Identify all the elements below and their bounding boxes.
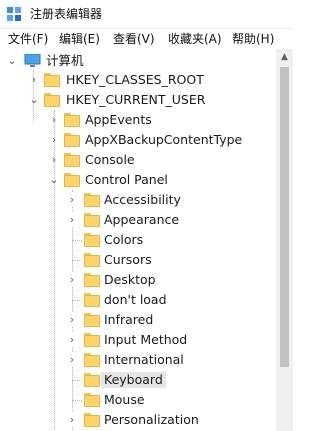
tree-label: Personalization [104, 412, 199, 427]
tree-label: AppEvents [85, 112, 152, 127]
folder-icon [44, 93, 60, 107]
tree-label: Control Panel [85, 172, 168, 187]
tree-label: Cursors [104, 252, 152, 267]
menu-file[interactable]: 文件(F) [8, 31, 48, 47]
tree-node-international[interactable]: › International [0, 350, 276, 370]
menu-view[interactable]: 查看(V) [113, 31, 155, 47]
tree-node-appearance[interactable]: › Appearance [0, 210, 276, 230]
menu-edit[interactable]: 编辑(E) [59, 31, 100, 47]
menu-help[interactable]: 帮助(H) [232, 31, 274, 47]
tree-node-appxbackupcontenttype[interactable]: › AppXBackupContentType [0, 130, 276, 150]
tree-label: 计算机 [46, 53, 84, 68]
chevron-right-icon[interactable]: › [66, 213, 78, 227]
folder-icon [84, 273, 100, 287]
chevron-right-icon[interactable]: › [48, 113, 60, 127]
menu-favorites[interactable]: 收藏夹(A) [168, 31, 222, 47]
folder-icon [84, 293, 100, 307]
tree-label: don't load [104, 292, 167, 307]
tree-label: Console [85, 152, 135, 167]
tree-label: AppXBackupContentType [85, 132, 243, 147]
folder-icon [84, 253, 100, 267]
chevron-right-icon[interactable]: › [66, 333, 78, 347]
chevron-down-icon[interactable]: ⌄ [48, 173, 60, 187]
chevron-down-icon[interactable]: ⌄ [28, 93, 40, 107]
chevron-right-icon[interactable]: › [66, 273, 78, 287]
menu-bar: 文件(F) 编辑(E) 查看(V) 收藏夹(A) 帮助(H) [0, 29, 293, 49]
tree-node-infrared[interactable]: › Infrared [0, 310, 276, 330]
scroll-up-arrow-icon[interactable]: ▲ [276, 49, 293, 66]
folder-icon [84, 313, 100, 327]
folder-icon [84, 193, 100, 207]
tree-node-control-panel[interactable]: ⌄ Control Panel [0, 170, 276, 190]
chevron-right-icon[interactable]: › [48, 153, 60, 167]
tree-label: Colors [104, 232, 144, 247]
computer-icon [24, 53, 41, 68]
tree-node-computer[interactable]: ⌄ 计算机 [0, 51, 276, 71]
tree-node-hkey-current-user[interactable]: ⌄ HKEY_CURRENT_USER [0, 90, 276, 110]
chevron-right-icon[interactable]: › [66, 413, 78, 427]
folder-icon [64, 133, 80, 147]
chevron-right-icon[interactable]: › [66, 353, 78, 367]
tree-node-accessibility[interactable]: › Accessibility [0, 190, 276, 210]
folder-icon [84, 233, 100, 247]
chevron-right-icon[interactable]: › [48, 133, 60, 147]
window-title: 注册表编辑器 [30, 7, 103, 21]
registry-editor-icon [6, 6, 22, 22]
tree-node-personalization[interactable]: › Personalization [0, 410, 276, 430]
tree-node-dont-load[interactable]: don't load [0, 290, 276, 310]
tree-label: International [104, 352, 184, 367]
tree-label: Mouse [104, 392, 145, 407]
tree-label: Desktop [104, 272, 156, 287]
tree-node-console[interactable]: › Console [0, 150, 276, 170]
folder-icon [64, 173, 80, 187]
tree-node-colors[interactable]: Colors [0, 230, 276, 250]
tree-label: Accessibility [104, 192, 181, 207]
chevron-right-icon[interactable]: › [66, 193, 78, 207]
folder-icon [84, 413, 100, 427]
scrollbar-thumb[interactable] [280, 67, 289, 367]
folder-icon [84, 373, 100, 387]
folder-icon [64, 153, 80, 167]
title-bar: 注册表编辑器 [0, 0, 293, 29]
tree-label: Input Method [104, 332, 188, 347]
tree-node-hkey-classes-root[interactable]: › HKEY_CLASSES_ROOT [0, 70, 276, 90]
folder-icon [64, 113, 80, 127]
tree-node-cursors[interactable]: Cursors [0, 250, 276, 270]
chevron-down-icon[interactable]: ⌄ [6, 54, 18, 68]
tree-node-keyboard[interactable]: Keyboard [0, 370, 276, 390]
tree-label: HKEY_CURRENT_USER [66, 92, 206, 107]
registry-tree[interactable]: ⌄ 计算机 › HKEY_CLASSES_ROOT ⌄ HKEY_CURRENT… [0, 49, 276, 431]
tree-label: Keyboard [101, 372, 166, 388]
vertical-scrollbar[interactable]: ▲ [276, 49, 293, 431]
folder-icon [84, 213, 100, 227]
folder-icon [84, 333, 100, 347]
folder-icon [84, 393, 100, 407]
tree-node-input-method[interactable]: › Input Method [0, 330, 276, 350]
tree-node-mouse[interactable]: Mouse [0, 390, 276, 410]
tree-label: Infrared [104, 312, 154, 327]
folder-icon [44, 73, 60, 87]
chevron-right-icon[interactable]: › [28, 73, 40, 87]
tree-node-desktop[interactable]: › Desktop [0, 270, 276, 290]
tree-label: HKEY_CLASSES_ROOT [66, 72, 204, 87]
tree-label: Appearance [104, 212, 180, 227]
folder-icon [84, 353, 100, 367]
chevron-right-icon[interactable]: › [66, 313, 78, 327]
tree-node-appevents[interactable]: › AppEvents [0, 110, 276, 130]
